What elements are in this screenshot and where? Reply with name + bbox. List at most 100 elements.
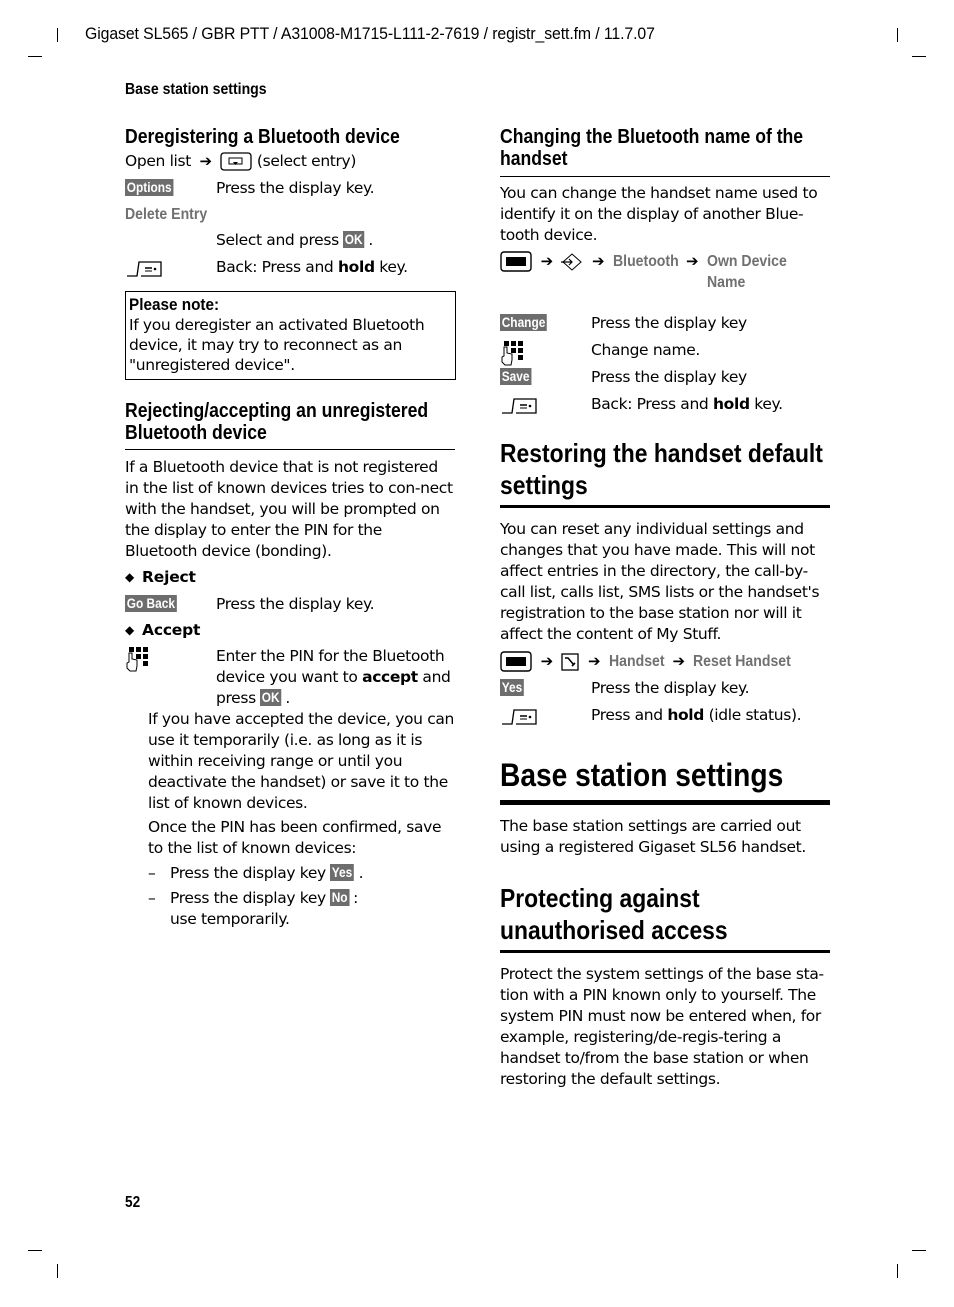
crop-mark [28, 56, 42, 57]
save-softkey[interactable]: Save [500, 368, 532, 385]
dash-yes-text: Press the display key [170, 864, 331, 882]
arrow-icon: ➔ [540, 252, 554, 270]
menu-item-reset-handset[interactable]: Reset Handset [693, 651, 791, 672]
yes-text: Press the display key. [591, 679, 750, 697]
yes-softkey[interactable]: Yes [330, 864, 355, 881]
save-text: Press the display key [591, 368, 747, 386]
save-step: Save Press the display key [500, 367, 830, 388]
menu-key-icon [500, 251, 532, 272]
chapter-rule [500, 800, 830, 805]
dash-item-yes: – Press the display key Yes. [148, 864, 364, 882]
yes-softkey[interactable]: Yes [500, 679, 524, 696]
diamond-bullet-icon: ◆ [125, 623, 135, 637]
crop-mark [912, 56, 926, 57]
note-text: If you deregister an activated Bluetooth… [129, 316, 425, 374]
change-softkey[interactable]: Change [500, 314, 548, 331]
back-text-post: key. [749, 395, 783, 413]
note-title: Please note: [129, 295, 220, 314]
hold-step: Press and hold (idle status). [500, 705, 830, 726]
dash-no-text: Press the display key [170, 889, 331, 907]
crop-mark [897, 1264, 898, 1278]
open-list-label: Open list [125, 152, 191, 170]
options-softkey[interactable]: Options [125, 179, 174, 196]
page-number: 52 [125, 1194, 141, 1211]
chapter-title-base-station: Base station settings [500, 757, 784, 793]
go-back-softkey[interactable]: Go Back [125, 595, 177, 612]
section-title-protect: Protecting against unauthorised access [500, 883, 728, 945]
settings-tool-icon [561, 652, 580, 671]
arrow-icon: ➔ [540, 652, 554, 670]
section-rule [125, 449, 455, 450]
protect-intro: Protect the system settings of the base … [500, 965, 824, 1088]
ok-softkey[interactable]: OK [343, 231, 365, 248]
dash-item-no: – Press the display key No: use temporar… [148, 889, 358, 928]
end-call-key-icon [127, 260, 162, 277]
arrow-icon: ➔ [587, 652, 601, 670]
yes-step: Yes Press the display key. [500, 678, 830, 699]
reject-label: Reject [142, 568, 196, 586]
accept-para-2: Once the PIN has been confirmed, save to… [148, 818, 442, 857]
hold-text-bold: hold [667, 706, 705, 724]
bluetooth-menu-icon [561, 252, 583, 271]
go-back-text: Press the display key. [216, 595, 375, 613]
menu-item-own-device-name[interactable]: Own Device Name [707, 251, 813, 293]
hold-text-post: (idle status). [704, 706, 802, 724]
arrow-icon: ➔ [199, 152, 213, 170]
keypad-icon [501, 341, 523, 366]
go-back-step: Go Back Press the display key. [125, 594, 455, 615]
back-text-bold: hold [338, 258, 375, 276]
back-step: Back: Press and hold key. [125, 257, 455, 278]
accept-para-1: If you have accepted the device, you can… [148, 710, 454, 812]
select-ok-step: Select and press OK. [216, 231, 373, 249]
back-text-pre: Back: Press and [216, 258, 338, 276]
crop-mark [897, 28, 898, 42]
end-call-key-icon [502, 708, 537, 725]
section-rule [500, 176, 830, 177]
section-rule [500, 950, 830, 953]
change-step: Change Press the display key [500, 313, 830, 334]
no-softkey[interactable]: No [330, 889, 350, 906]
select-entry-label: (select entry) [256, 152, 357, 170]
arrow-icon: ➔ [685, 252, 699, 270]
crop-mark [28, 1250, 42, 1251]
restore-menu-path: ➔ ➔ Handset ➔ Reset Handset [500, 651, 830, 672]
back-text-bold: hold [713, 395, 750, 413]
crop-mark [57, 28, 58, 42]
document-reference: Gigaset SL565 / GBR PTT / A31008-M1715-L… [85, 24, 655, 43]
back-step: Back: Press and hold key. [500, 394, 830, 415]
running-title: Base station settings [125, 81, 267, 98]
section-title-restore: Restoring the handset default settings [500, 438, 823, 500]
ok-softkey[interactable]: OK [260, 689, 282, 706]
change-text: Press the display key [591, 314, 747, 332]
bt-name-menu-path: ➔ ➔ Bluetooth ➔ Own Device Name [500, 251, 830, 293]
reject-accept-intro: If a Bluetooth device that is not regist… [125, 458, 453, 560]
open-list-line: Open list ➔ (select entry) [125, 151, 455, 172]
menu-item-delete-entry[interactable]: Delete Entry [125, 206, 207, 224]
keypad-icon [126, 647, 148, 672]
options-step: Options Press the display key. [125, 178, 455, 199]
accept-bullet: ◆ Accept [125, 620, 455, 641]
right-column: Changing the Bluetooth name of the hands… [500, 126, 830, 1090]
menu-key-icon [500, 651, 532, 672]
crop-mark [57, 1264, 58, 1278]
dash-bullet: – [148, 889, 156, 907]
note-box: Please note: If you deregister an activa… [125, 291, 456, 380]
restore-intro: You can reset any individual settings an… [500, 520, 820, 643]
dash-bullet: – [148, 864, 156, 882]
change-name-step: Change name. [500, 340, 830, 366]
control-key-down-icon [220, 152, 252, 171]
arrow-icon: ➔ [591, 252, 605, 270]
back-text-pre: Back: Press and [591, 395, 713, 413]
change-name-text: Change name. [591, 341, 700, 359]
back-text-post: key. [374, 258, 408, 276]
accept-label: Accept [142, 621, 201, 639]
menu-item-handset[interactable]: Handset [609, 651, 665, 672]
menu-item-bluetooth[interactable]: Bluetooth [613, 251, 679, 272]
end-call-key-icon [502, 397, 537, 414]
left-column: Deregistering a Bluetooth device Open li… [125, 126, 456, 930]
diamond-bullet-icon: ◆ [125, 570, 135, 584]
select-press-text: Select and press [216, 231, 339, 249]
dash-no-text-2: use temporarily. [170, 910, 290, 928]
reject-bullet: ◆ Reject [125, 567, 455, 588]
section-rule [500, 505, 830, 508]
